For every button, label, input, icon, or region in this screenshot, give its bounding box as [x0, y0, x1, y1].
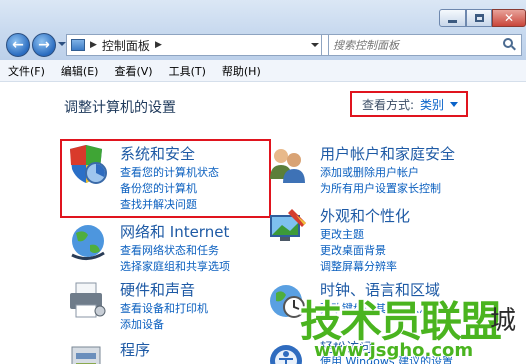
search-icon[interactable]	[503, 38, 517, 52]
users-icon[interactable]	[266, 143, 308, 185]
category-network: 网络和 Internet 查看网络状态和任务 选择家庭组和共享选项	[66, 221, 266, 274]
category-title[interactable]: 网络和 Internet	[120, 221, 229, 242]
link-devices-printers[interactable]: 查看设备和打印机	[120, 300, 208, 316]
address-bar[interactable]: ▶ 控制面板 ▶	[66, 34, 322, 56]
link-network-status[interactable]: 查看网络状态和任务	[120, 242, 219, 258]
printer-icon[interactable]	[66, 279, 108, 321]
recent-pages-dropdown[interactable]	[58, 42, 66, 46]
arrow-left-icon: ←	[12, 37, 24, 53]
category-ease-of-access: 轻松访问 使用 Windows 建议的设置	[266, 339, 516, 364]
category-appearance: 外观和个性化 更改主题 更改桌面背景 调整屏幕分辨率	[266, 205, 516, 275]
link-change-background[interactable]: 更改桌面背景	[320, 242, 386, 258]
search-box[interactable]	[328, 34, 522, 56]
category-title[interactable]: 用户帐户和家庭安全	[320, 143, 455, 164]
search-input[interactable]	[333, 38, 493, 52]
highlight-box	[60, 139, 271, 218]
close-icon: ✕	[503, 11, 515, 25]
title-bar: ✕	[0, 0, 526, 30]
category-title[interactable]: 时钟、语言和区域	[320, 279, 440, 300]
category-programs: 程序	[66, 339, 266, 364]
close-button[interactable]: ✕	[492, 9, 526, 27]
forward-button[interactable]: →	[32, 33, 56, 57]
breadcrumb-control-panel[interactable]: 控制面板	[102, 37, 150, 54]
maximize-button[interactable]	[466, 9, 492, 27]
menu-edit[interactable]: 编辑(E)	[61, 63, 99, 79]
link-recommended-settings[interactable]: 使用 Windows 建议的设置	[320, 353, 453, 364]
personalize-icon[interactable]	[266, 205, 308, 247]
page-title: 调整计算机的设置	[64, 100, 176, 116]
view-by-selector[interactable]: 查看方式: 类别	[350, 91, 468, 117]
category-clock-language: 时钟、语言和区域 更改键盘或其他输入法	[266, 279, 516, 329]
minimize-icon	[448, 19, 457, 23]
link-add-device[interactable]: 添加设备	[120, 316, 164, 332]
programs-icon[interactable]	[66, 339, 108, 364]
menu-file[interactable]: 文件(F)	[8, 63, 45, 79]
category-user-accounts: 用户帐户和家庭安全 添加或删除用户帐户 为所有用户设置家长控制	[266, 143, 516, 203]
control-panel-content: 调整计算机的设置 查看方式: 类别 系统和安全 查看您的计算机状态 备份您的计算…	[0, 83, 526, 364]
globe-network-icon[interactable]	[66, 221, 108, 263]
back-button[interactable]: ←	[6, 33, 30, 57]
category-title[interactable]: 硬件和声音	[120, 279, 195, 300]
category-title[interactable]: 外观和个性化	[320, 205, 410, 226]
navigation-bar: ← → ▶ 控制面板 ▶ ↻	[0, 30, 526, 60]
view-by-label: 查看方式:	[362, 97, 415, 112]
menu-help[interactable]: 帮助(H)	[222, 63, 261, 79]
menu-bar: 文件(F) 编辑(E) 查看(V) 工具(T) 帮助(H)	[0, 60, 526, 82]
menu-view[interactable]: 查看(V)	[114, 63, 152, 79]
accessibility-icon[interactable]	[266, 339, 308, 364]
link-change-theme[interactable]: 更改主题	[320, 226, 364, 242]
link-change-input[interactable]: 更改键盘或其他输入法	[320, 300, 430, 316]
category-title[interactable]: 程序	[120, 339, 150, 360]
clock-globe-icon[interactable]	[266, 279, 308, 321]
link-parental-controls[interactable]: 为所有用户设置家长控制	[320, 180, 441, 196]
link-add-remove-accounts[interactable]: 添加或删除用户帐户	[320, 164, 419, 180]
category-hardware: 硬件和声音 查看设备和打印机 添加设备	[66, 279, 266, 332]
view-by-value[interactable]: 类别	[420, 96, 444, 113]
breadcrumb-separator-icon[interactable]: ▶	[155, 40, 162, 50]
link-screen-resolution[interactable]: 调整屏幕分辨率	[320, 258, 397, 274]
chevron-down-icon[interactable]	[450, 101, 459, 107]
menu-tools[interactable]: 工具(T)	[169, 63, 206, 79]
maximize-icon	[474, 14, 484, 22]
arrow-right-icon: →	[38, 37, 50, 53]
link-homegroup[interactable]: 选择家庭组和共享选项	[120, 258, 230, 274]
control-panel-icon	[71, 39, 85, 51]
address-dropdown-icon[interactable]	[311, 43, 319, 47]
breadcrumb-separator-icon[interactable]: ▶	[90, 40, 97, 50]
minimize-button[interactable]	[439, 9, 466, 27]
